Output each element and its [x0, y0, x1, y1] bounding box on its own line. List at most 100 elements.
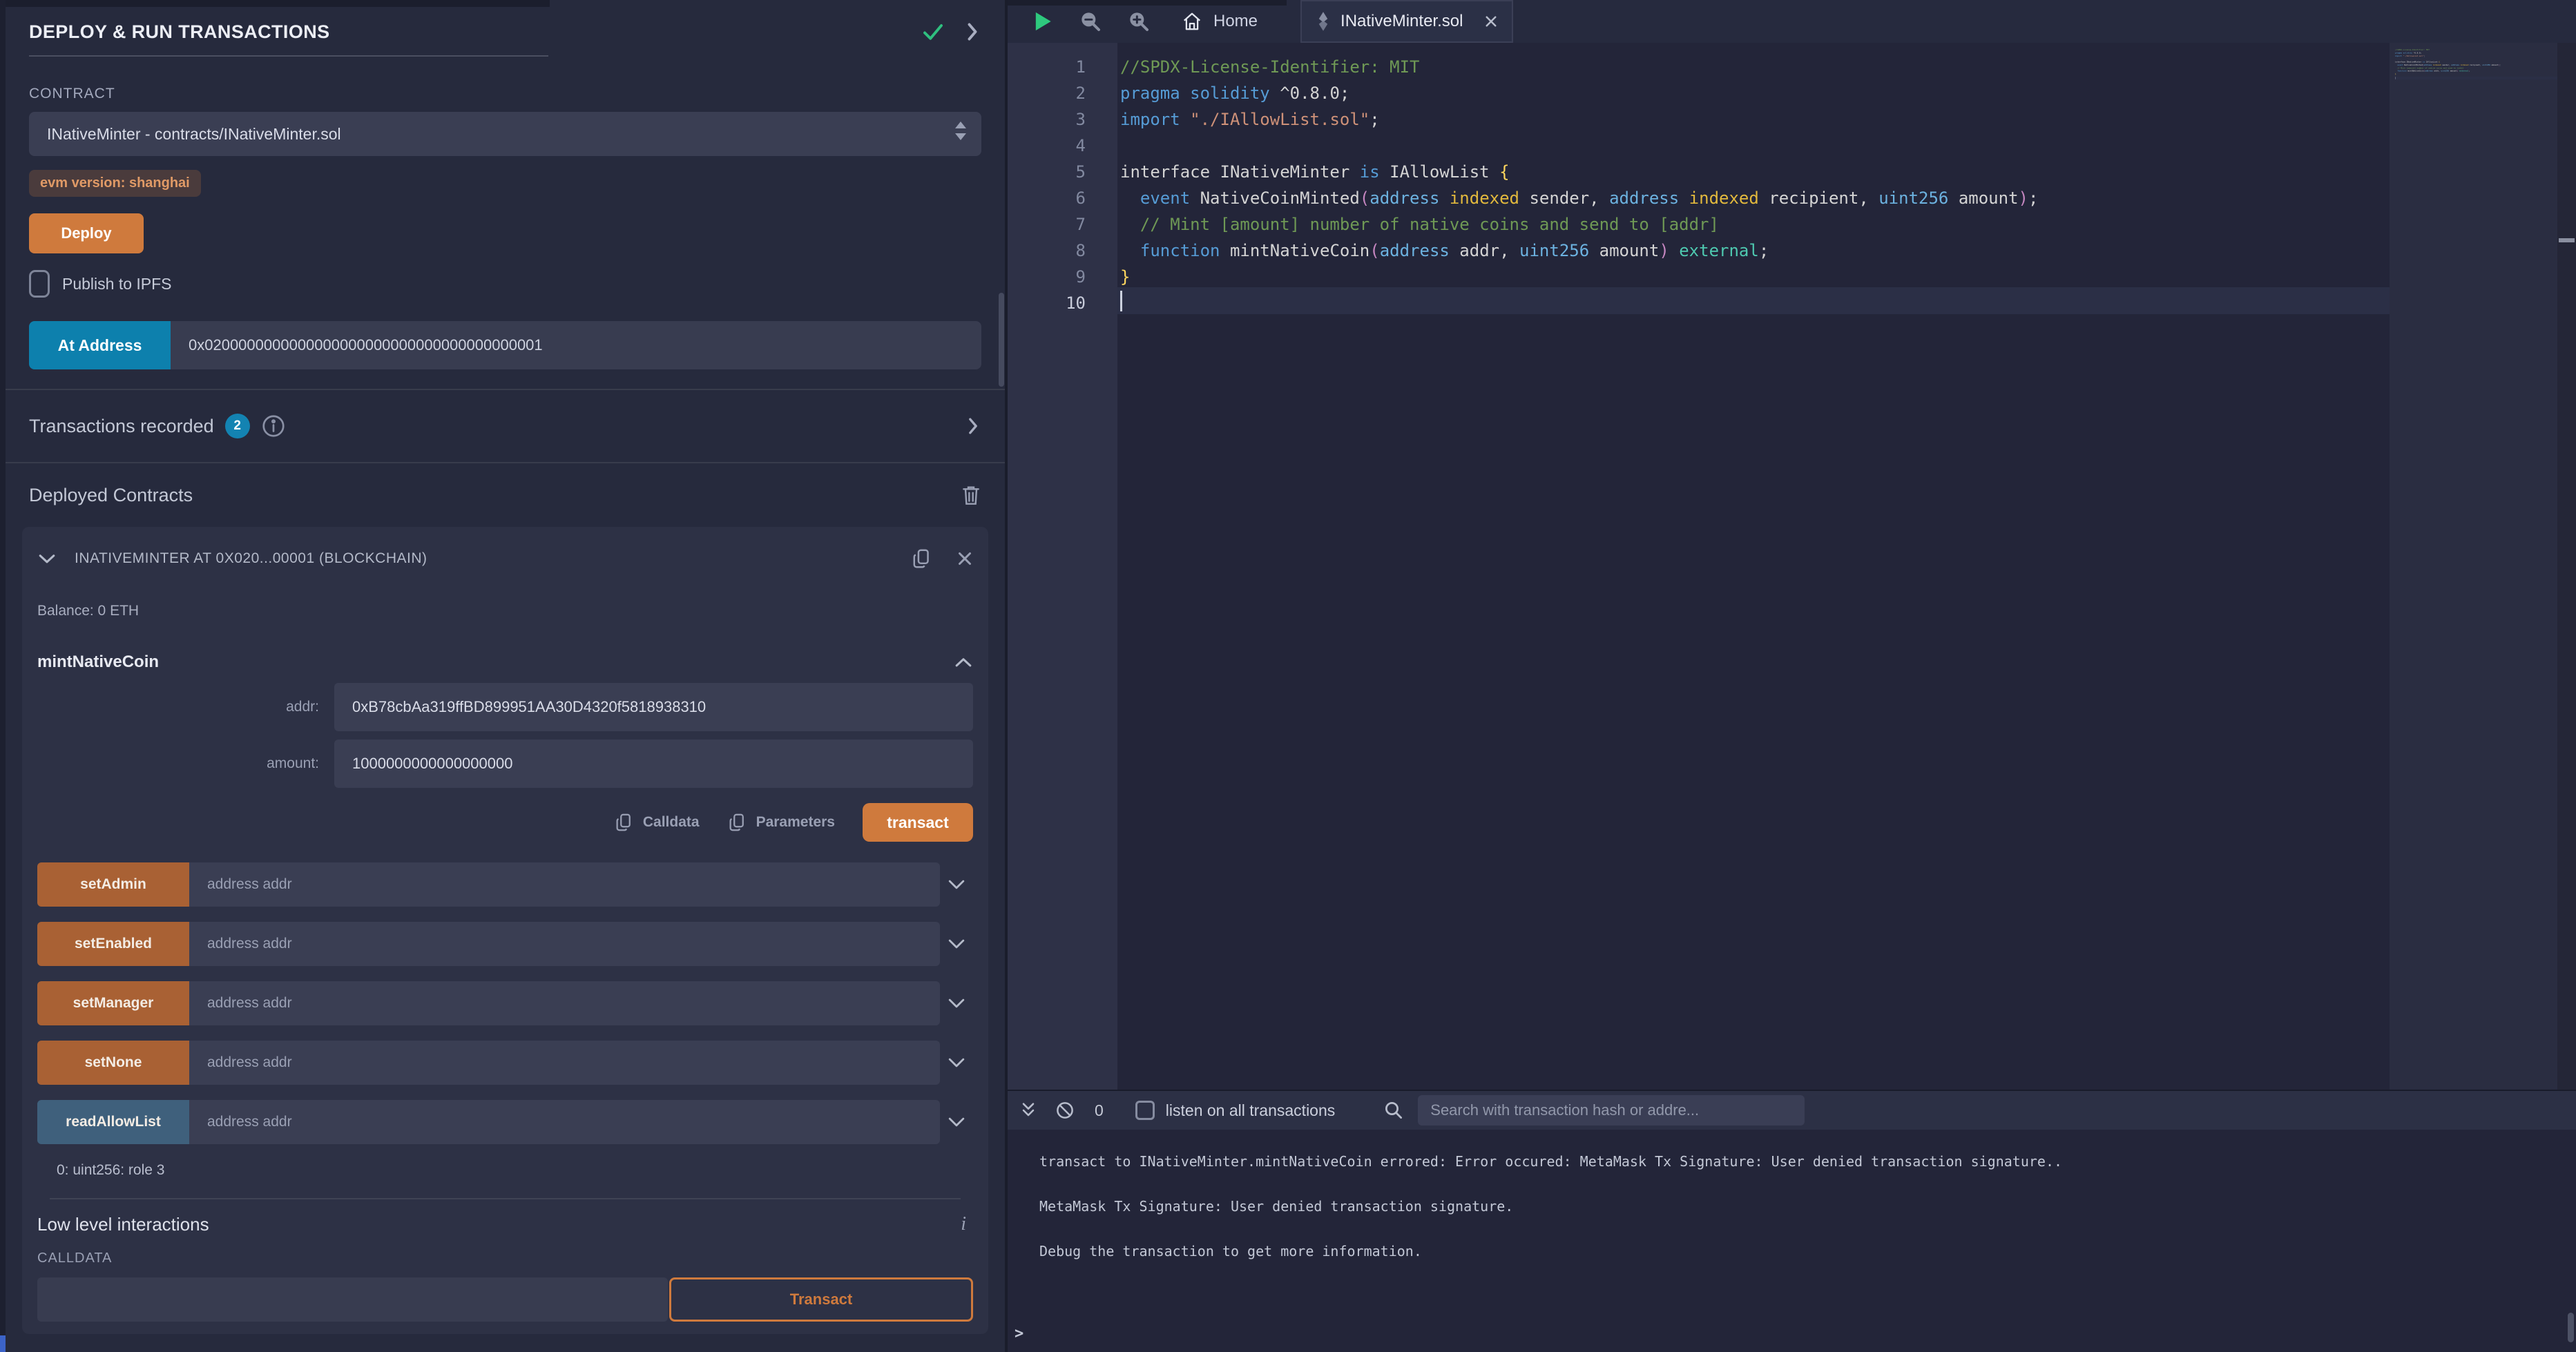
function-call-button[interactable]: setManager — [37, 981, 189, 1025]
terminal-count: 0 — [1095, 1101, 1104, 1120]
solidity-icon — [1316, 11, 1331, 32]
function-row: setManager — [37, 981, 973, 1025]
line-number: 5 — [1008, 159, 1086, 185]
deploy-run-panel: DEPLOY & RUN TRANSACTIONS CONTRACT INati… — [6, 0, 1005, 1352]
expand-function-chevron-icon[interactable] — [940, 936, 973, 952]
function-call-button[interactable]: readAllowList — [37, 1100, 189, 1144]
function-row: readAllowList — [37, 1100, 973, 1144]
code-line[interactable]: interface INativeMinter is IAllowList { — [1120, 159, 2390, 185]
code-line[interactable]: pragma solidity ^0.8.0; — [1120, 80, 2390, 106]
ruler-cursor-marker — [2559, 238, 2575, 242]
tab-inativeminter-sol[interactable]: INativeMinter.sol — [1300, 0, 1513, 43]
line-number: 8 — [1008, 238, 1086, 264]
panel-top-strip — [6, 0, 550, 7]
deployed-contracts-title: Deployed Contracts — [29, 485, 193, 506]
calldata-copy-label: Calldata — [643, 814, 700, 831]
line-number: 9 — [1008, 264, 1086, 290]
function-arg-input[interactable] — [189, 922, 940, 966]
function-arg-input[interactable] — [189, 1041, 940, 1085]
expand-function-chevron-icon[interactable] — [940, 1114, 973, 1130]
tab-file-label: INativeMinter.sol — [1340, 12, 1463, 31]
tab-close-icon[interactable] — [1484, 15, 1498, 28]
code-line[interactable] — [1120, 290, 2390, 316]
instance-title: INATIVEMINTER AT 0X020...00001 (BLOCKCHA… — [75, 550, 911, 567]
function-call-button[interactable]: setNone — [37, 1041, 189, 1085]
function-arg-input[interactable] — [189, 862, 940, 907]
terminal-log-line: transact to INativeMinter.mintNativeCoin… — [1039, 1153, 2576, 1198]
collapse-panel-chevron-icon[interactable] — [963, 21, 981, 42]
terminal-log-line: Debug the transaction to get more inform… — [1039, 1243, 2576, 1288]
terminal-toolbar: 0 listen on all transactions — [1008, 1091, 2576, 1130]
trash-icon[interactable] — [961, 484, 981, 506]
clear-console-ban-icon[interactable] — [1055, 1100, 1075, 1121]
remove-instance-icon[interactable] — [957, 550, 973, 567]
code-line[interactable]: event NativeCoinMinted(address indexed s… — [1120, 185, 2390, 211]
code-line[interactable] — [1120, 133, 2390, 159]
contract-select[interactable]: INativeMinter - contracts/INativeMinter.… — [29, 112, 981, 156]
expand-function-chevron-icon[interactable] — [940, 877, 973, 892]
publish-ipfs-checkbox[interactable] — [29, 270, 50, 298]
function-arg-input[interactable] — [189, 1100, 940, 1144]
panel-scrollbar-thumb[interactable] — [999, 293, 1004, 387]
transact-button[interactable]: transact — [863, 803, 973, 842]
minimap[interactable]: //SPDX-License-Identifier: MITpragma sol… — [2390, 43, 2557, 1090]
parameters-copy-label: Parameters — [756, 814, 835, 831]
deploy-button[interactable]: Deploy — [29, 213, 144, 253]
low-level-interactions-title: Low level interactions — [37, 1214, 209, 1235]
expand-function-chevron-icon[interactable] — [940, 1055, 973, 1070]
zoom-out-icon[interactable] — [1079, 10, 1102, 32]
function-arg-input[interactable] — [189, 981, 940, 1025]
line-number: 3 — [1008, 106, 1086, 133]
collapse-terminal-icon[interactable] — [1019, 1100, 1038, 1121]
text-cursor — [1120, 291, 1122, 311]
code-line[interactable]: //SPDX-License-Identifier: MIT — [1120, 54, 2390, 80]
run-script-play-icon[interactable] — [1032, 10, 1053, 32]
low-level-transact-button[interactable]: Transact — [669, 1277, 973, 1322]
code-line[interactable]: // Mint [amount] number of native coins … — [1120, 211, 2390, 238]
function-call-button[interactable]: setAdmin — [37, 862, 189, 907]
function-row: setEnabled — [37, 922, 973, 966]
terminal-prompt: > — [1015, 1325, 1023, 1342]
code-editor[interactable]: 12345678910 //SPDX-License-Identifier: M… — [1008, 43, 2576, 1090]
at-address-button[interactable]: At Address — [29, 321, 171, 369]
card-divider — [50, 1198, 961, 1199]
line-number: 1 — [1008, 54, 1086, 80]
tab-home[interactable]: Home — [1182, 0, 1258, 43]
select-arrows-icon — [955, 122, 966, 140]
transactions-count-badge: 2 — [225, 414, 250, 438]
copy-icon — [727, 812, 747, 833]
instance-collapse-chevron-icon[interactable] — [37, 551, 57, 566]
panel-editor-divider[interactable] — [1005, 0, 1008, 1352]
terminal-scrollbar-thumb[interactable] — [2568, 1313, 2574, 1342]
line-number: 4 — [1008, 133, 1086, 159]
calldata-input[interactable] — [37, 1277, 668, 1322]
info-icon — [261, 414, 286, 438]
listen-transactions-checkbox[interactable] — [1135, 1101, 1155, 1120]
copy-parameters-button[interactable]: Parameters — [727, 812, 835, 833]
code-line[interactable]: } — [1120, 264, 2390, 290]
terminal-output[interactable]: transact to INativeMinter.mintNativeCoin… — [1008, 1130, 2576, 1352]
terminal-search-input[interactable] — [1418, 1095, 1805, 1126]
addr-field-input[interactable] — [334, 683, 973, 731]
function-call-button[interactable]: setEnabled — [37, 922, 189, 966]
amount-field-input[interactable] — [334, 740, 973, 788]
line-number: 2 — [1008, 80, 1086, 106]
left-edge-scroll-indicator — [0, 1335, 6, 1352]
code-line[interactable] — [2395, 75, 2557, 78]
code-area[interactable]: //SPDX-License-Identifier: MITpragma sol… — [1117, 43, 2390, 1090]
zoom-in-icon[interactable] — [1128, 10, 1150, 32]
transactions-expand-chevron-icon[interactable] — [965, 416, 981, 436]
amount-field-label: amount: — [37, 755, 334, 772]
function-collapse-chevron-up-icon[interactable] — [954, 655, 973, 670]
copy-address-icon[interactable] — [911, 547, 932, 570]
calldata-section-label: CALLDATA — [37, 1250, 973, 1266]
copy-calldata-button[interactable]: Calldata — [614, 812, 700, 833]
line-number: 10 — [1008, 290, 1086, 316]
code-line[interactable]: function mintNativeCoin(address addr, ui… — [1120, 238, 2390, 264]
code-line[interactable]: import "./IAllowList.sol"; — [1120, 106, 2390, 133]
at-address-input[interactable] — [171, 321, 981, 369]
expand-function-chevron-icon[interactable] — [940, 996, 973, 1011]
search-icon — [1383, 1100, 1404, 1121]
instance-balance: Balance: 0 ETH — [37, 603, 973, 619]
terminal-log-line: MetaMask Tx Signature: User denied trans… — [1039, 1198, 2576, 1243]
